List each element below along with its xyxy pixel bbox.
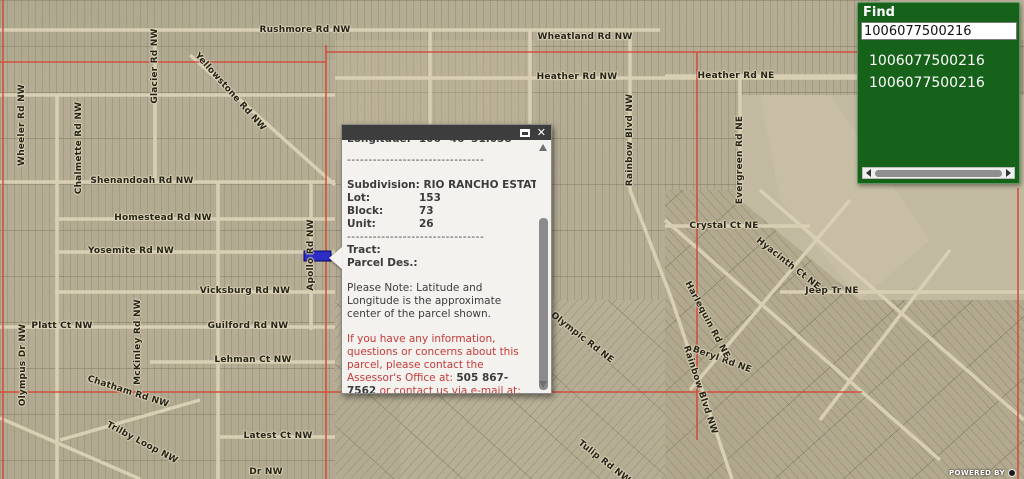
powered-by-watermark: POWERED BY — [949, 469, 1016, 477]
separator: -------------------------------- — [347, 231, 536, 244]
popup-body: Longitude: -106° 46' 31.058 ------------… — [342, 140, 536, 393]
scroll-right-icon[interactable] — [1006, 169, 1011, 177]
find-input[interactable] — [861, 22, 1017, 40]
tract-label: Tract: — [347, 244, 536, 257]
block-row: Block: 73 — [347, 205, 536, 218]
find-title: Find — [861, 5, 1016, 22]
warning-text: or contact us via e-mail at: — [376, 385, 521, 393]
scroll-up-icon[interactable] — [539, 144, 547, 151]
map-viewer: Rushmore Rd NWWheatland Rd NWHeather Rd … — [0, 0, 1024, 479]
esri-logo-icon — [1008, 469, 1016, 477]
scrollbar-thumb[interactable] — [539, 218, 548, 390]
scroll-down-icon[interactable] — [539, 381, 547, 388]
find-result-item[interactable]: 1006077500216 — [869, 72, 1016, 94]
parcel-info-popup: ✕ Longitude: -106° 46' 31.058 ----------… — [341, 124, 552, 394]
unit-value: 26 — [419, 218, 434, 231]
lat-long-note: Please Note: Latitude and Longitude is t… — [347, 282, 536, 321]
parcel-des-label: Parcel Des.: — [347, 257, 536, 270]
lot-value: 153 — [419, 192, 441, 205]
lot-label: Lot: — [347, 192, 419, 205]
block-value: 73 — [419, 205, 434, 218]
separator: -------------------------------- — [347, 154, 536, 167]
find-results-list: 1006077500216 1006077500216 — [861, 40, 1016, 94]
subdivision-line: Subdivision: RIO RANCHO ESTATES — [347, 179, 536, 192]
lot-row: Lot: 153 — [347, 192, 536, 205]
assessor-warning: If you have any information, questions o… — [347, 333, 536, 393]
block-label: Block: — [347, 205, 419, 218]
unit-label: Unit: — [347, 218, 419, 231]
scrollbar-thumb[interactable] — [875, 170, 1002, 177]
find-panel: Find 1006077500216 1006077500216 — [857, 2, 1020, 184]
find-horizontal-scrollbar[interactable] — [862, 167, 1015, 179]
scroll-left-icon[interactable] — [866, 169, 871, 177]
close-icon[interactable]: ✕ — [537, 128, 546, 138]
find-result-item[interactable]: 1006077500216 — [869, 50, 1016, 72]
popup-scrollbar[interactable] — [537, 140, 550, 392]
maximize-icon[interactable] — [520, 129, 530, 137]
powered-by-label: POWERED BY — [949, 469, 1005, 477]
popup-titlebar[interactable]: ✕ — [342, 125, 551, 140]
unit-row: Unit: 26 — [347, 218, 536, 231]
longitude-line: Longitude: -106° 46' 31.058 — [347, 140, 536, 146]
popup-callout-arrow — [329, 247, 342, 269]
